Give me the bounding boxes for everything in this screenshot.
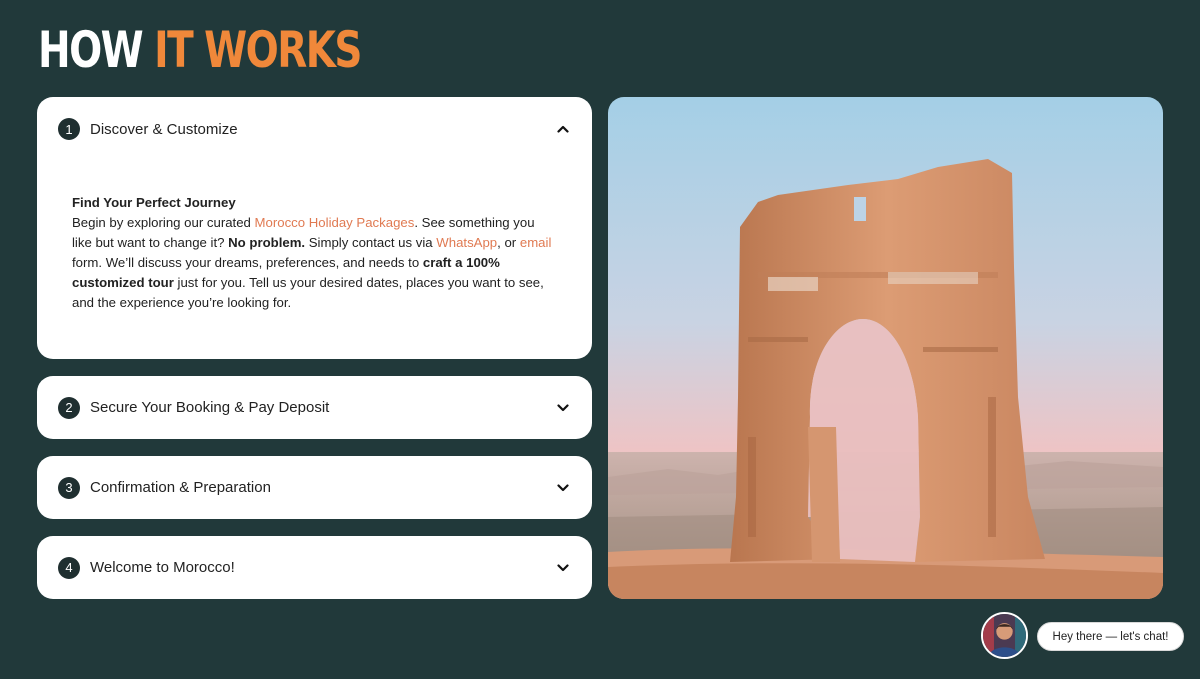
accordion-header-step-2[interactable]: 2 Secure Your Booking & Pay Deposit <box>37 376 592 439</box>
text-span: Simply contact us via <box>305 235 437 250</box>
accordion-header-step-1[interactable]: 1 Discover & Customize <box>37 97 592 161</box>
step-title: Welcome to Morocco! <box>90 559 235 576</box>
chat-avatar[interactable] <box>981 612 1028 659</box>
heading-part-white: HOW <box>38 21 155 79</box>
accordion-step-4: 4 Welcome to Morocco! <box>37 536 592 599</box>
chevron-up-icon[interactable] <box>556 122 570 136</box>
link-email[interactable]: email <box>520 235 552 250</box>
content-subtitle: Find Your Perfect Journey <box>72 195 236 210</box>
accordion-header-step-3[interactable]: 3 Confirmation & Preparation <box>37 456 592 519</box>
heading-part-orange: IT WORKS <box>154 21 362 79</box>
text-span: , or <box>497 235 520 250</box>
step-title: Discover & Customize <box>90 120 238 138</box>
link-whatsapp[interactable]: WhatsApp <box>436 235 497 250</box>
step-number-badge: 3 <box>58 476 80 499</box>
accordion-header-step-4[interactable]: 4 Welcome to Morocco! <box>37 536 592 599</box>
accordion-step-1: 1 Discover & Customize Find Your Perfect… <box>37 97 592 359</box>
chevron-down-icon[interactable] <box>556 561 570 575</box>
step-number-badge: 1 <box>58 118 80 140</box>
accordion-step-2: 2 Secure Your Booking & Pay Deposit <box>37 376 592 439</box>
bold-text: No problem. <box>228 235 306 250</box>
chat-prompt-bubble[interactable]: Hey there — let's chat! <box>1037 622 1184 651</box>
step-number-badge: 2 <box>58 396 80 419</box>
content-paragraph: Begin by exploring our curated Morocco H… <box>72 213 554 313</box>
accordion-step-3: 3 Confirmation & Preparation <box>37 456 592 519</box>
chevron-down-icon[interactable] <box>556 481 570 495</box>
chevron-down-icon[interactable] <box>556 401 570 415</box>
section-heading: HOW IT WORKS <box>38 21 362 79</box>
morocco-arch-photo <box>608 97 1163 599</box>
step-title: Confirmation & Preparation <box>90 479 271 496</box>
link-morocco-holiday-packages[interactable]: Morocco Holiday Packages <box>255 215 415 230</box>
accordion-content-step-1: Find Your Perfect Journey Begin by explo… <box>37 161 592 313</box>
step-title: Secure Your Booking & Pay Deposit <box>90 399 330 416</box>
text-span: form. We’ll discuss your dreams, prefere… <box>72 255 423 270</box>
text-span: Begin by exploring our curated <box>72 215 255 230</box>
step-number-badge: 4 <box>58 556 80 579</box>
